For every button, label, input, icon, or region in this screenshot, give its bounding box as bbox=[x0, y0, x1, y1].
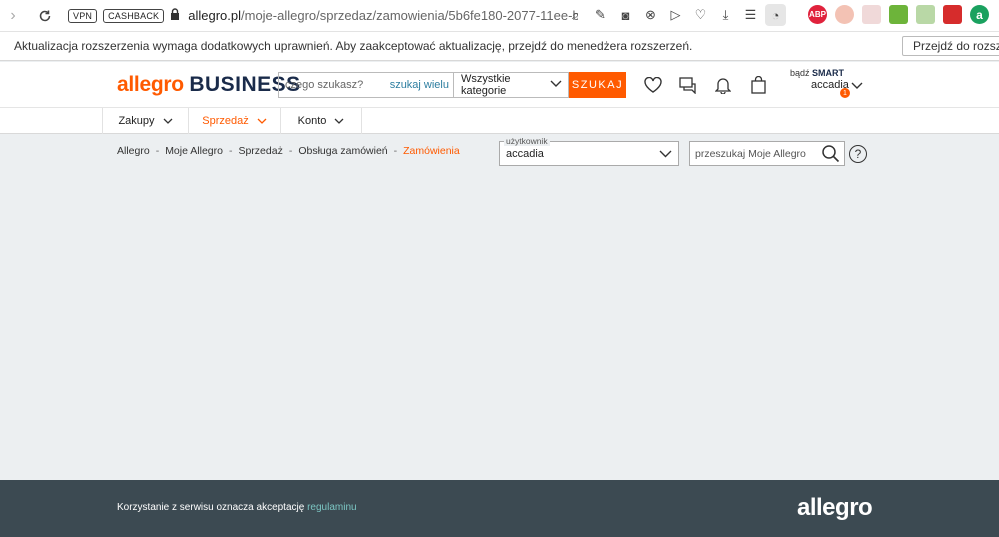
zoom-icon[interactable]: ⌕ bbox=[565, 4, 586, 26]
browser-toolbar: › VPN CASHBACK allegro.pl/moje-allegro/s… bbox=[0, 0, 999, 32]
send-icon[interactable]: ▷ bbox=[665, 4, 686, 26]
breadcrumb-separator: - bbox=[228, 145, 233, 157]
address-bar[interactable]: allegro.pl/moje-allegro/sprzedaz/zamowie… bbox=[188, 8, 578, 23]
chevron-down-icon bbox=[163, 118, 172, 124]
allegro-footer-logo[interactable]: allegro bbox=[797, 494, 873, 522]
reload-icon[interactable] bbox=[32, 3, 58, 29]
breadcrumb: Allegro - Moje Allegro - Sprzedaż - Obsł… bbox=[117, 145, 460, 157]
url-host: allegro.pl bbox=[188, 8, 241, 23]
extension-down-icon[interactable] bbox=[889, 5, 908, 24]
breadcrumb-separator: - bbox=[155, 145, 160, 157]
breadcrumb-separator: - bbox=[393, 145, 398, 157]
edit-icon[interactable]: ✎ bbox=[590, 4, 611, 26]
breadcrumb-allegro[interactable]: Allegro bbox=[117, 145, 150, 157]
breadcrumb-separator: - bbox=[288, 145, 293, 157]
lock-icon[interactable] bbox=[170, 8, 180, 23]
menu-item-konto[interactable]: Konto bbox=[280, 108, 362, 134]
chevron-down-icon bbox=[550, 79, 562, 91]
block-icon[interactable]: ⊗ bbox=[640, 4, 661, 26]
forward-icon[interactable]: › bbox=[0, 3, 26, 29]
extension-save-icon[interactable] bbox=[943, 5, 962, 24]
chevron-down-icon bbox=[257, 118, 267, 124]
breadcrumb-current: Zamówienia bbox=[403, 145, 460, 157]
search-placeholder: czego szukasz? bbox=[285, 79, 364, 91]
smart-promo[interactable]: bądź SMART bbox=[790, 68, 844, 78]
messages-icon[interactable] bbox=[677, 74, 699, 96]
extension-a-icon[interactable]: a bbox=[970, 5, 989, 24]
url-path: /moje-allegro/sprzedaz/zamowienia/5b6fe1… bbox=[241, 8, 579, 23]
user-select-value: accadia bbox=[506, 148, 544, 160]
extension-grey-icon[interactable] bbox=[862, 5, 881, 24]
chevron-down-icon bbox=[334, 118, 344, 124]
footer: Korzystanie z serwisu oznacza akceptację… bbox=[0, 480, 999, 537]
moje-allegro-search-placeholder: przeszukaj Moje Allegro bbox=[695, 148, 806, 160]
extension-notice: Aktualizacja rozszerzenia wymaga dodatko… bbox=[0, 32, 999, 61]
notifications-bell-icon[interactable] bbox=[712, 74, 734, 96]
favorites-icon[interactable] bbox=[642, 74, 664, 96]
menu-item-zakupy[interactable]: Zakupy bbox=[102, 108, 188, 134]
main-menu: Zakupy Sprzedaż Konto bbox=[0, 108, 999, 134]
search-input[interactable]: czego szukasz? szukaj wielu bbox=[278, 72, 453, 98]
moje-allegro-search-input[interactable]: przeszukaj Moje Allegro bbox=[689, 141, 845, 166]
menu-icon[interactable]: ☰ bbox=[740, 4, 761, 26]
cart-bag-icon[interactable] bbox=[747, 74, 769, 96]
site-header: allegro BUSINESS czego szukasz? szukaj w… bbox=[0, 62, 999, 108]
search-many-link[interactable]: szukaj wielu bbox=[390, 79, 449, 91]
breadcrumb-obsluga-zamowien[interactable]: Obsługa zamówień bbox=[298, 145, 387, 157]
extension-cloud-icon[interactable] bbox=[835, 5, 854, 24]
extension-book-icon[interactable] bbox=[916, 5, 935, 24]
adblock-icon[interactable]: ABP bbox=[808, 5, 827, 24]
chevron-down-icon[interactable] bbox=[851, 79, 863, 93]
breadcrumb-moje-allegro[interactable]: Moje Allegro bbox=[165, 145, 223, 157]
terms-link[interactable]: regulaminu bbox=[307, 502, 356, 513]
category-select[interactable]: Wszystkie kategorie bbox=[453, 72, 569, 98]
menu-item-sprzedaz[interactable]: Sprzedaż bbox=[188, 108, 280, 134]
notice-text: Aktualizacja rozszerzenia wymaga dodatko… bbox=[14, 39, 693, 53]
search-icon[interactable] bbox=[821, 144, 840, 163]
download-icon[interactable]: ⤓ bbox=[715, 4, 736, 26]
profile-icon[interactable]: ◔ bbox=[765, 4, 786, 26]
search-bar: czego szukasz? szukaj wielu Wszystkie ka… bbox=[278, 72, 626, 98]
account-notification-badge: 1 bbox=[840, 88, 850, 98]
go-to-extensions-button[interactable]: Przejdź do rozszerz bbox=[902, 36, 999, 56]
footer-terms: Korzystanie z serwisu oznacza akceptację… bbox=[117, 502, 357, 513]
allegro-business-logo[interactable]: allegro BUSINESS bbox=[117, 73, 301, 97]
camera-icon[interactable]: ◙ bbox=[615, 4, 636, 26]
help-icon[interactable]: ? bbox=[849, 145, 867, 163]
cashback-badge[interactable]: CASHBACK bbox=[103, 8, 165, 23]
category-value: Wszystkie kategorie bbox=[461, 73, 511, 97]
vpn-badge[interactable]: VPN bbox=[68, 8, 98, 23]
breadcrumb-sprzedaz[interactable]: Sprzedaż bbox=[238, 145, 282, 157]
user-select-label: użytkownik bbox=[504, 136, 550, 146]
heart-icon[interactable]: ♡ bbox=[690, 4, 711, 26]
search-button[interactable]: SZUKAJ bbox=[569, 72, 626, 98]
chevron-down-icon bbox=[659, 145, 672, 161]
